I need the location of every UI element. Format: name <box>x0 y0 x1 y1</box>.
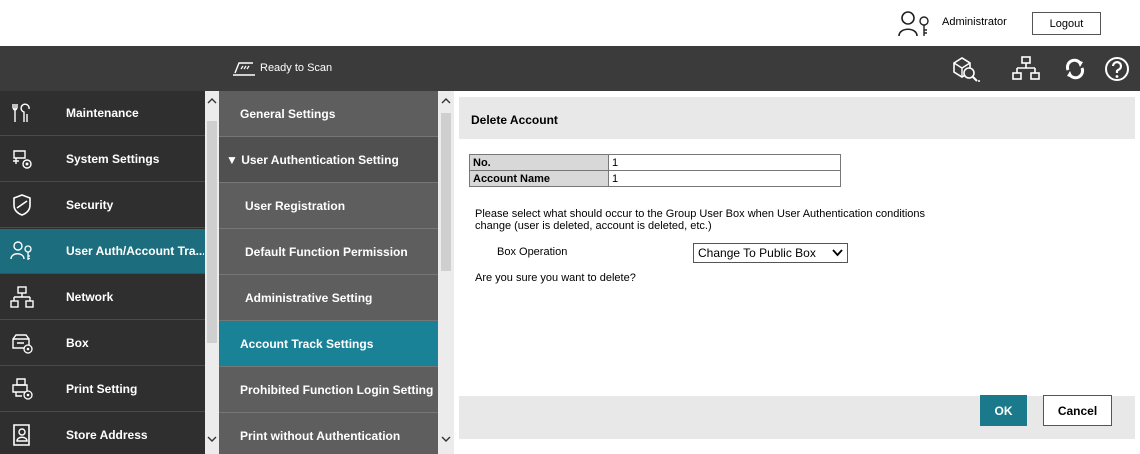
sub-nav-scrollbar[interactable] <box>438 91 454 454</box>
user-name: Administrator <box>942 16 1007 28</box>
sub-nav-item-administrative-setting[interactable]: Administrative Setting <box>219 275 438 321</box>
sub-nav: General Settings ▼ User Authentication S… <box>219 91 438 454</box>
status-bar: Ready to Scan <box>0 46 1140 91</box>
sub-nav-item-label: User Registration <box>245 199 346 213</box>
sub-nav-item-label: Default Function Permission <box>245 245 408 259</box>
table-value: 1 <box>608 154 841 171</box>
info-message: Please select what should occur to the G… <box>475 208 926 232</box>
top-bar: Administrator Logout <box>0 0 1140 46</box>
search-device-icon[interactable] <box>950 54 980 84</box>
sub-nav-item-general-settings[interactable]: General Settings <box>219 91 438 137</box>
box-operation-value: Change To Public Box <box>698 246 816 260</box>
left-nav: Maintenance System Settings Security Use… <box>0 91 205 454</box>
sub-nav-item-account-track-settings[interactable]: Account Track Settings <box>219 321 438 367</box>
scroll-down-icon[interactable] <box>441 434 451 444</box>
sub-nav-item-label: Administrative Setting <box>245 291 373 305</box>
user-key-icon <box>898 11 929 37</box>
sub-nav-item-default-function-permission[interactable]: Default Function Permission <box>219 229 438 275</box>
box-icon <box>12 334 33 354</box>
chevron-down-icon <box>832 249 843 257</box>
table-key: Account Name <box>469 170 609 187</box>
content-footer <box>459 396 1135 439</box>
nav-item-label: Security <box>66 198 114 212</box>
nav-item-security[interactable]: Security <box>0 183 205 228</box>
cancel-button[interactable]: Cancel <box>1043 395 1112 426</box>
nav-item-user-auth[interactable]: User Auth/Account Tra... <box>0 229 205 274</box>
refresh-icon[interactable] <box>1060 54 1090 84</box>
sub-nav-item-label: ▼ User Authentication Setting <box>226 153 399 167</box>
box-operation-select[interactable]: Change To Public Box <box>693 243 848 263</box>
sub-nav-item-label: General Settings <box>240 107 336 121</box>
scanner-icon <box>233 62 255 76</box>
confirm-text: Are you sure you want to delete? <box>475 272 636 284</box>
network-icon <box>10 286 34 308</box>
nav-item-label: Store Address <box>66 428 148 442</box>
shield-icon <box>13 194 31 216</box>
network-icon[interactable] <box>1011 54 1041 84</box>
scroll-up-icon[interactable] <box>207 96 217 106</box>
wrench-icon <box>12 103 30 122</box>
nav-item-print-setting[interactable]: Print Setting <box>0 367 205 412</box>
table-row: No. 1 <box>469 154 841 171</box>
nav-item-label: User Auth/Account Tra... <box>66 244 204 258</box>
nav-item-label: Box <box>66 336 89 350</box>
sub-nav-item-user-auth-setting[interactable]: ▼ User Authentication Setting <box>219 137 438 183</box>
user-key-icon <box>10 241 32 260</box>
scroll-thumb[interactable] <box>441 113 451 271</box>
printer-icon <box>12 378 33 400</box>
sub-nav-item-label: Prohibited Function Login Setting <box>240 383 434 397</box>
nav-item-label: Maintenance <box>66 106 139 120</box>
account-info-table: No. 1 Account Name 1 <box>469 154 841 187</box>
nav-item-box[interactable]: Box <box>0 321 205 366</box>
address-book-icon <box>13 424 30 446</box>
sub-nav-item-user-registration[interactable]: User Registration <box>219 183 438 229</box>
help-icon[interactable] <box>1102 54 1132 84</box>
ok-button[interactable]: OK <box>980 395 1027 426</box>
scroll-down-icon[interactable] <box>207 434 217 444</box>
content-header: Delete Account <box>459 97 1135 139</box>
nav-item-network[interactable]: Network <box>0 275 205 320</box>
system-settings-icon <box>13 150 32 169</box>
table-value: 1 <box>608 170 841 187</box>
scroll-thumb[interactable] <box>207 121 217 343</box>
left-nav-scrollbar[interactable] <box>205 91 219 454</box>
main-content: Delete Account No. 1 Account Name 1 Plea… <box>454 91 1140 454</box>
sub-nav-item-prohibited-function-login[interactable]: Prohibited Function Login Setting <box>219 367 438 413</box>
page-title: Delete Account <box>471 113 558 127</box>
scroll-up-icon[interactable] <box>441 96 451 106</box>
nav-item-label: System Settings <box>66 152 160 166</box>
table-key: No. <box>469 154 609 171</box>
nav-item-label: Network <box>66 290 114 304</box>
sub-nav-item-label: Print without Authentication <box>240 429 401 443</box>
nav-item-system-settings[interactable]: System Settings <box>0 137 205 182</box>
sub-nav-item-label: Account Track Settings <box>240 337 374 351</box>
box-operation-label: Box Operation <box>497 246 568 258</box>
table-row: Account Name 1 <box>469 170 841 187</box>
status-text: Ready to Scan <box>260 62 333 74</box>
nav-item-label: Print Setting <box>66 382 138 396</box>
nav-item-maintenance[interactable]: Maintenance <box>0 91 205 136</box>
logout-button[interactable]: Logout <box>1032 12 1101 35</box>
sub-nav-item-print-without-auth[interactable]: Print without Authentication <box>219 413 438 454</box>
nav-item-store-address[interactable]: Store Address <box>0 413 205 454</box>
